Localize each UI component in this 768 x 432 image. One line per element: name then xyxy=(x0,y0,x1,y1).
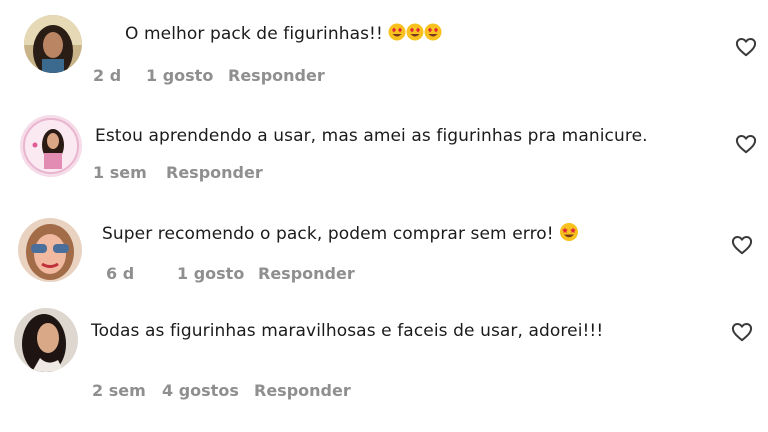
heart-outline-icon[interactable] xyxy=(735,134,757,154)
comment-time: 2 d xyxy=(93,66,122,85)
comment-meta: 1 sem Responder xyxy=(0,163,768,185)
avatar[interactable] xyxy=(14,308,78,372)
heart-outline-icon[interactable] xyxy=(731,322,753,342)
heart-eyes-face-icon xyxy=(388,22,442,47)
comment-item: Estou aprendendo a usar, mas amei as fig… xyxy=(0,100,768,200)
comment-meta: 2 d 1 gosto Responder xyxy=(0,66,768,88)
comment-time: 6 d xyxy=(106,264,135,283)
reply-button[interactable]: Responder xyxy=(228,66,325,85)
heart-outline-icon[interactable] xyxy=(731,235,753,255)
star-struck-face-icon xyxy=(559,222,579,247)
comment-text: Todas as figurinhas maravilhosas e facei… xyxy=(91,321,604,341)
comment-text: Super recomendo o pack, podem comprar se… xyxy=(102,222,579,247)
comment-item: Super recomendo o pack, podem comprar se… xyxy=(0,200,768,300)
reply-button[interactable]: Responder xyxy=(254,381,351,400)
comment-meta: 6 d 1 gosto Responder xyxy=(0,264,768,286)
comment-likes: 1 gosto xyxy=(146,66,214,85)
comment-text: Estou aprendendo a usar, mas amei as fig… xyxy=(95,126,648,146)
comment-time: 2 sem xyxy=(92,381,146,400)
comment-likes: 1 gosto xyxy=(177,264,245,283)
comment-text: O melhor pack de figurinhas!! xyxy=(125,22,442,47)
comment-time: 1 sem xyxy=(93,163,147,182)
comment-item: Todas as figurinhas maravilhosas e facei… xyxy=(0,300,768,432)
comment-item: O melhor pack de figurinhas!! 2 d 1 gost… xyxy=(0,0,768,100)
comment-likes: 4 gostos xyxy=(162,381,239,400)
comment-meta: 2 sem 4 gostos Responder xyxy=(0,381,768,403)
reply-button[interactable]: Responder xyxy=(258,264,355,283)
avatar[interactable] xyxy=(24,15,82,73)
heart-outline-icon[interactable] xyxy=(735,37,757,57)
reply-button[interactable]: Responder xyxy=(166,163,263,182)
